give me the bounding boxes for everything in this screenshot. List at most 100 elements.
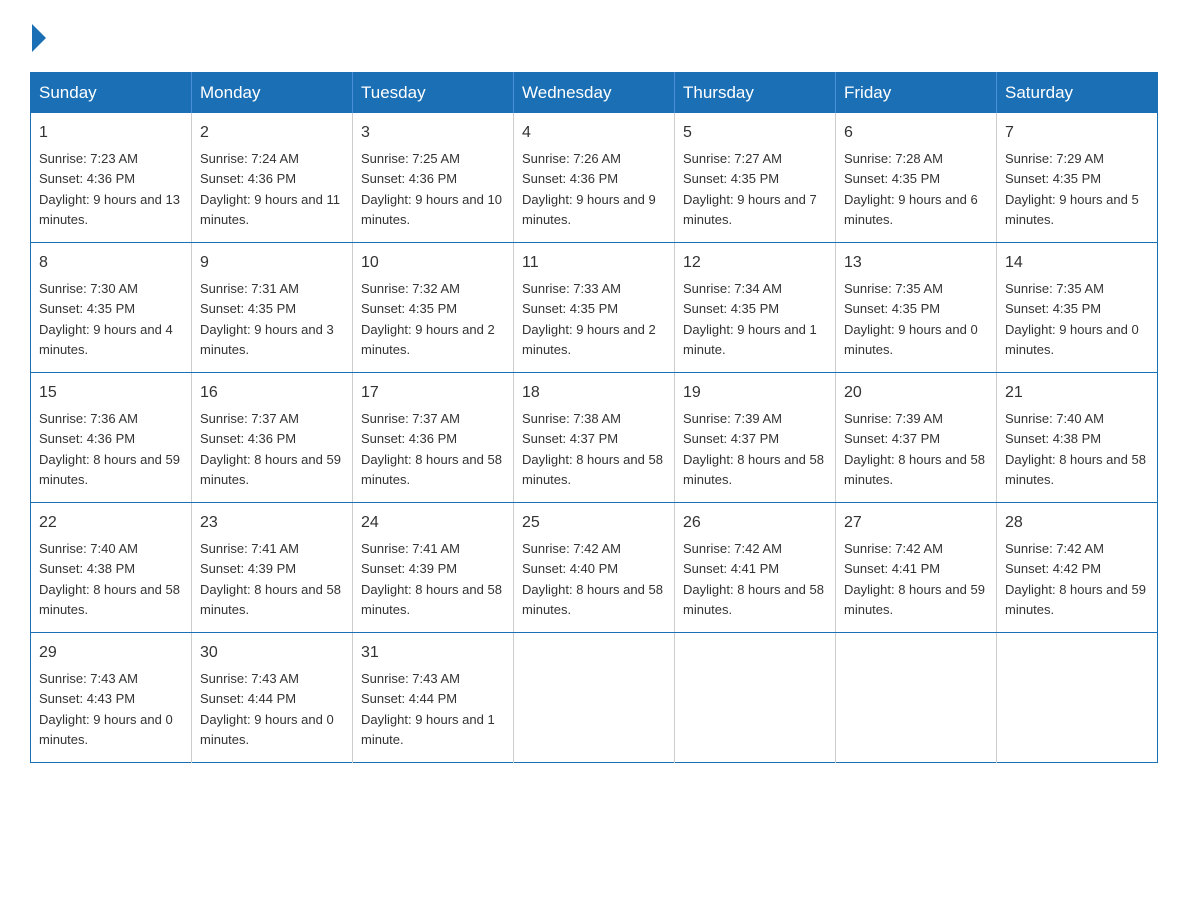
calendar-day-cell: 22 Sunrise: 7:40 AMSunset: 4:38 PMDaylig… [31,503,192,633]
calendar-day-cell: 11 Sunrise: 7:33 AMSunset: 4:35 PMDaylig… [514,243,675,373]
day-info: Sunrise: 7:28 AMSunset: 4:35 PMDaylight:… [844,151,978,227]
day-info: Sunrise: 7:30 AMSunset: 4:35 PMDaylight:… [39,281,173,357]
calendar-empty-cell [997,633,1158,763]
day-number: 30 [200,641,344,665]
day-number: 28 [1005,511,1149,535]
day-info: Sunrise: 7:24 AMSunset: 4:36 PMDaylight:… [200,151,340,227]
weekday-header-monday: Monday [192,73,353,114]
day-number: 14 [1005,251,1149,275]
calendar-day-cell: 14 Sunrise: 7:35 AMSunset: 4:35 PMDaylig… [997,243,1158,373]
day-info: Sunrise: 7:40 AMSunset: 4:38 PMDaylight:… [39,541,180,617]
calendar-day-cell: 5 Sunrise: 7:27 AMSunset: 4:35 PMDayligh… [675,113,836,243]
calendar-day-cell: 4 Sunrise: 7:26 AMSunset: 4:36 PMDayligh… [514,113,675,243]
day-number: 11 [522,251,666,275]
weekday-header-row: SundayMondayTuesdayWednesdayThursdayFrid… [31,73,1158,114]
calendar-day-cell: 31 Sunrise: 7:43 AMSunset: 4:44 PMDaylig… [353,633,514,763]
day-info: Sunrise: 7:42 AMSunset: 4:40 PMDaylight:… [522,541,663,617]
calendar-empty-cell [514,633,675,763]
day-info: Sunrise: 7:25 AMSunset: 4:36 PMDaylight:… [361,151,502,227]
day-info: Sunrise: 7:43 AMSunset: 4:43 PMDaylight:… [39,671,173,747]
logo-arrow-icon [32,24,46,52]
day-number: 4 [522,121,666,145]
calendar-day-cell: 6 Sunrise: 7:28 AMSunset: 4:35 PMDayligh… [836,113,997,243]
calendar-day-cell: 25 Sunrise: 7:42 AMSunset: 4:40 PMDaylig… [514,503,675,633]
day-info: Sunrise: 7:42 AMSunset: 4:41 PMDaylight:… [683,541,824,617]
day-number: 12 [683,251,827,275]
calendar-day-cell: 1 Sunrise: 7:23 AMSunset: 4:36 PMDayligh… [31,113,192,243]
calendar-empty-cell [675,633,836,763]
calendar-day-cell: 12 Sunrise: 7:34 AMSunset: 4:35 PMDaylig… [675,243,836,373]
calendar-day-cell: 2 Sunrise: 7:24 AMSunset: 4:36 PMDayligh… [192,113,353,243]
day-info: Sunrise: 7:36 AMSunset: 4:36 PMDaylight:… [39,411,180,487]
day-info: Sunrise: 7:27 AMSunset: 4:35 PMDaylight:… [683,151,817,227]
day-number: 7 [1005,121,1149,145]
calendar-day-cell: 26 Sunrise: 7:42 AMSunset: 4:41 PMDaylig… [675,503,836,633]
day-info: Sunrise: 7:34 AMSunset: 4:35 PMDaylight:… [683,281,817,357]
day-number: 18 [522,381,666,405]
calendar-day-cell: 18 Sunrise: 7:38 AMSunset: 4:37 PMDaylig… [514,373,675,503]
day-number: 15 [39,381,183,405]
day-number: 24 [361,511,505,535]
day-info: Sunrise: 7:32 AMSunset: 4:35 PMDaylight:… [361,281,495,357]
day-number: 23 [200,511,344,535]
day-number: 29 [39,641,183,665]
day-info: Sunrise: 7:42 AMSunset: 4:42 PMDaylight:… [1005,541,1146,617]
day-number: 1 [39,121,183,145]
day-info: Sunrise: 7:39 AMSunset: 4:37 PMDaylight:… [844,411,985,487]
day-number: 26 [683,511,827,535]
day-info: Sunrise: 7:29 AMSunset: 4:35 PMDaylight:… [1005,151,1139,227]
day-number: 31 [361,641,505,665]
weekday-header-thursday: Thursday [675,73,836,114]
calendar-week-row: 29 Sunrise: 7:43 AMSunset: 4:43 PMDaylig… [31,633,1158,763]
day-info: Sunrise: 7:37 AMSunset: 4:36 PMDaylight:… [361,411,502,487]
day-info: Sunrise: 7:39 AMSunset: 4:37 PMDaylight:… [683,411,824,487]
calendar-day-cell: 28 Sunrise: 7:42 AMSunset: 4:42 PMDaylig… [997,503,1158,633]
calendar-table: SundayMondayTuesdayWednesdayThursdayFrid… [30,72,1158,763]
day-number: 22 [39,511,183,535]
day-info: Sunrise: 7:38 AMSunset: 4:37 PMDaylight:… [522,411,663,487]
calendar-week-row: 8 Sunrise: 7:30 AMSunset: 4:35 PMDayligh… [31,243,1158,373]
calendar-day-cell: 27 Sunrise: 7:42 AMSunset: 4:41 PMDaylig… [836,503,997,633]
calendar-day-cell: 16 Sunrise: 7:37 AMSunset: 4:36 PMDaylig… [192,373,353,503]
day-info: Sunrise: 7:42 AMSunset: 4:41 PMDaylight:… [844,541,985,617]
weekday-header-sunday: Sunday [31,73,192,114]
day-number: 27 [844,511,988,535]
day-number: 19 [683,381,827,405]
day-number: 20 [844,381,988,405]
weekday-header-tuesday: Tuesday [353,73,514,114]
calendar-day-cell: 24 Sunrise: 7:41 AMSunset: 4:39 PMDaylig… [353,503,514,633]
weekday-header-wednesday: Wednesday [514,73,675,114]
day-number: 9 [200,251,344,275]
day-info: Sunrise: 7:37 AMSunset: 4:36 PMDaylight:… [200,411,341,487]
page-header [30,20,1158,52]
calendar-day-cell: 17 Sunrise: 7:37 AMSunset: 4:36 PMDaylig… [353,373,514,503]
calendar-day-cell: 29 Sunrise: 7:43 AMSunset: 4:43 PMDaylig… [31,633,192,763]
day-number: 21 [1005,381,1149,405]
day-number: 25 [522,511,666,535]
day-info: Sunrise: 7:41 AMSunset: 4:39 PMDaylight:… [200,541,341,617]
calendar-day-cell: 20 Sunrise: 7:39 AMSunset: 4:37 PMDaylig… [836,373,997,503]
day-info: Sunrise: 7:40 AMSunset: 4:38 PMDaylight:… [1005,411,1146,487]
calendar-day-cell: 9 Sunrise: 7:31 AMSunset: 4:35 PMDayligh… [192,243,353,373]
day-info: Sunrise: 7:35 AMSunset: 4:35 PMDaylight:… [1005,281,1139,357]
day-number: 6 [844,121,988,145]
weekday-header-friday: Friday [836,73,997,114]
day-info: Sunrise: 7:43 AMSunset: 4:44 PMDaylight:… [200,671,334,747]
day-number: 17 [361,381,505,405]
day-info: Sunrise: 7:26 AMSunset: 4:36 PMDaylight:… [522,151,656,227]
calendar-day-cell: 7 Sunrise: 7:29 AMSunset: 4:35 PMDayligh… [997,113,1158,243]
day-info: Sunrise: 7:35 AMSunset: 4:35 PMDaylight:… [844,281,978,357]
calendar-week-row: 22 Sunrise: 7:40 AMSunset: 4:38 PMDaylig… [31,503,1158,633]
calendar-week-row: 15 Sunrise: 7:36 AMSunset: 4:36 PMDaylig… [31,373,1158,503]
day-number: 5 [683,121,827,145]
day-info: Sunrise: 7:33 AMSunset: 4:35 PMDaylight:… [522,281,656,357]
calendar-day-cell: 23 Sunrise: 7:41 AMSunset: 4:39 PMDaylig… [192,503,353,633]
day-info: Sunrise: 7:43 AMSunset: 4:44 PMDaylight:… [361,671,495,747]
calendar-day-cell: 15 Sunrise: 7:36 AMSunset: 4:36 PMDaylig… [31,373,192,503]
calendar-day-cell: 30 Sunrise: 7:43 AMSunset: 4:44 PMDaylig… [192,633,353,763]
calendar-day-cell: 21 Sunrise: 7:40 AMSunset: 4:38 PMDaylig… [997,373,1158,503]
day-info: Sunrise: 7:31 AMSunset: 4:35 PMDaylight:… [200,281,334,357]
weekday-header-saturday: Saturday [997,73,1158,114]
day-number: 2 [200,121,344,145]
logo [30,20,46,52]
